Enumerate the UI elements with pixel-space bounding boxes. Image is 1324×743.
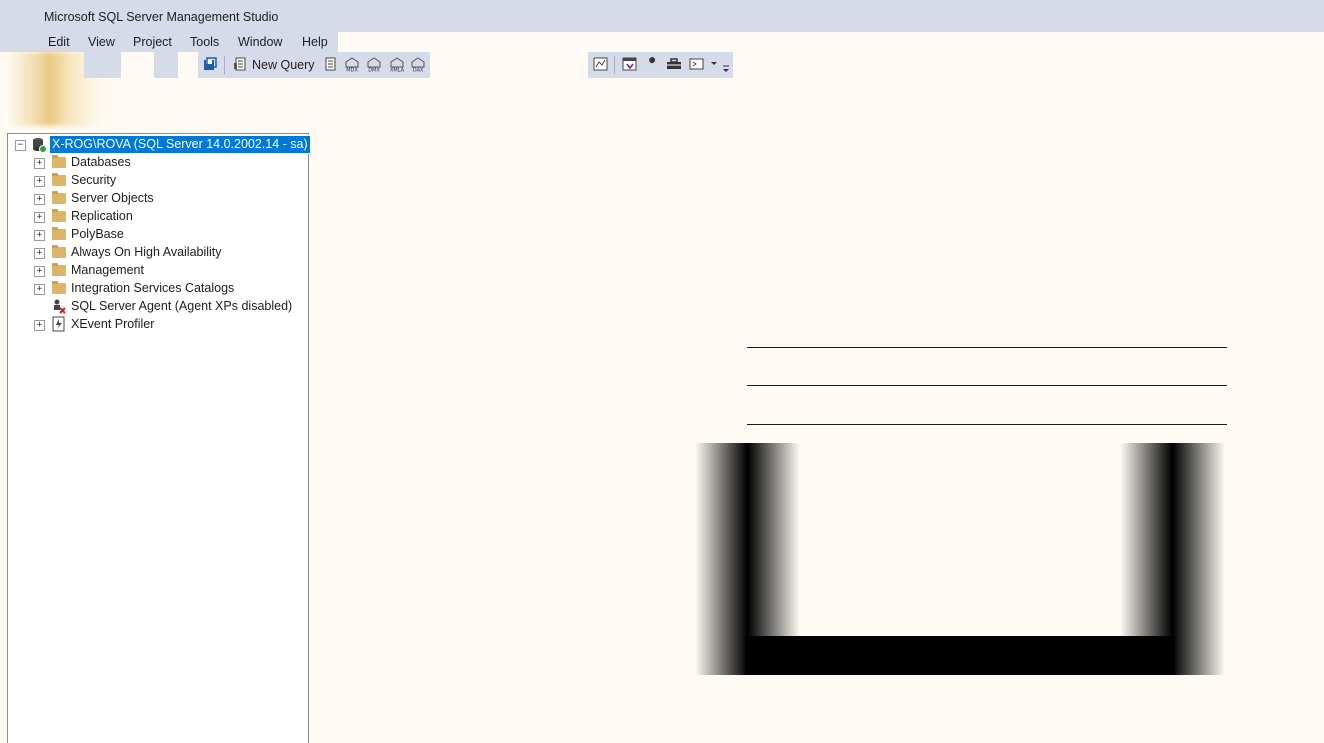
visual-studio-project-icon[interactable] xyxy=(621,56,637,72)
menu-tools[interactable]: Tools xyxy=(190,33,219,51)
toolbar-segment xyxy=(154,52,178,78)
workspace-line xyxy=(747,424,1227,425)
database-engine-query-icon[interactable] xyxy=(322,56,338,72)
tree-item-polybase[interactable]: PolyBase xyxy=(71,227,124,241)
tree-item-integration-services-catalogs[interactable]: Integration Services Catalogs xyxy=(71,281,234,295)
dmx-query-icon[interactable]: DMX xyxy=(365,56,383,72)
workspace-line xyxy=(747,347,1227,348)
folder-icon xyxy=(52,155,66,168)
toolbar-separator xyxy=(614,56,615,74)
tree-item-replication[interactable]: Replication xyxy=(71,209,133,223)
expand-management-toggle[interactable]: + xyxy=(34,266,45,277)
tree-item-xevent-profiler[interactable]: XEvent Profiler xyxy=(71,317,154,331)
save-all-icon[interactable] xyxy=(202,56,218,72)
tree-item-databases[interactable]: Databases xyxy=(71,155,131,169)
menu-edit[interactable]: Edit xyxy=(48,33,70,51)
chevron-down-icon[interactable] xyxy=(709,56,719,72)
tree-item-security[interactable]: Security xyxy=(71,173,116,187)
svg-text:MDX: MDX xyxy=(346,68,358,73)
new-query-icon[interactable] xyxy=(232,56,248,72)
tree-item-management[interactable]: Management xyxy=(71,263,144,277)
folder-icon xyxy=(52,263,66,276)
expand-security-toggle[interactable]: + xyxy=(34,176,45,187)
dax-query-icon[interactable]: DAX xyxy=(409,56,427,72)
agent-disabled-icon xyxy=(51,298,67,314)
folder-icon xyxy=(52,209,66,222)
expand-always-on-toggle[interactable]: + xyxy=(34,248,45,259)
folder-icon xyxy=(52,245,66,258)
folder-icon xyxy=(52,173,66,186)
tree-item-sql-server-agent[interactable]: SQL Server Agent (Agent XPs disabled) xyxy=(71,299,292,313)
svg-text:XMLA: XMLA xyxy=(390,68,405,73)
menu-view[interactable]: View xyxy=(88,33,115,51)
expand-xevent-profiler-toggle[interactable]: + xyxy=(34,320,45,331)
expand-replication-toggle[interactable]: + xyxy=(34,212,45,223)
folder-icon xyxy=(52,281,66,294)
svg-text:DMX: DMX xyxy=(368,68,380,73)
toolbar-segment xyxy=(84,52,121,78)
new-query-button[interactable]: New Query xyxy=(252,58,315,72)
object-explorer-panel xyxy=(7,133,309,743)
xmla-query-icon[interactable]: XMLA xyxy=(387,56,407,72)
server-node[interactable]: X-ROG\ROVA (SQL Server 14.0.2002.14 - sa… xyxy=(49,135,311,154)
expand-databases-toggle[interactable]: + xyxy=(34,158,45,169)
wrench-icon[interactable] xyxy=(644,56,660,72)
expand-server-objects-toggle[interactable]: + xyxy=(34,194,45,205)
mdx-query-icon[interactable]: MDX xyxy=(343,56,361,72)
xevent-profiler-icon xyxy=(51,316,67,332)
blurred-workspace-graphic xyxy=(695,443,1225,675)
folder-icon xyxy=(52,191,66,204)
toolbar-overflow-icon[interactable] xyxy=(721,60,731,76)
tree-item-server-objects[interactable]: Server Objects xyxy=(71,191,154,205)
menu-window[interactable]: Window xyxy=(238,33,282,51)
server-connected-icon xyxy=(31,137,47,153)
workspace-line xyxy=(747,385,1227,386)
activity-monitor-icon[interactable] xyxy=(592,56,608,72)
command-window-icon[interactable] xyxy=(689,56,705,72)
menu-project[interactable]: Project xyxy=(133,33,172,51)
menu-help[interactable]: Help xyxy=(302,33,328,51)
collapse-server-toggle[interactable]: − xyxy=(15,140,26,151)
expand-polybase-toggle[interactable]: + xyxy=(34,230,45,241)
expand-integration-services-toggle[interactable]: + xyxy=(34,284,45,295)
toolbar-separator xyxy=(224,56,225,74)
folder-icon xyxy=(52,227,66,240)
svg-text:DAX: DAX xyxy=(413,68,424,73)
window-title: Microsoft SQL Server Management Studio xyxy=(44,10,279,24)
tree-item-always-on-high-availability[interactable]: Always On High Availability xyxy=(71,245,222,259)
toolbox-icon[interactable] xyxy=(666,56,682,72)
